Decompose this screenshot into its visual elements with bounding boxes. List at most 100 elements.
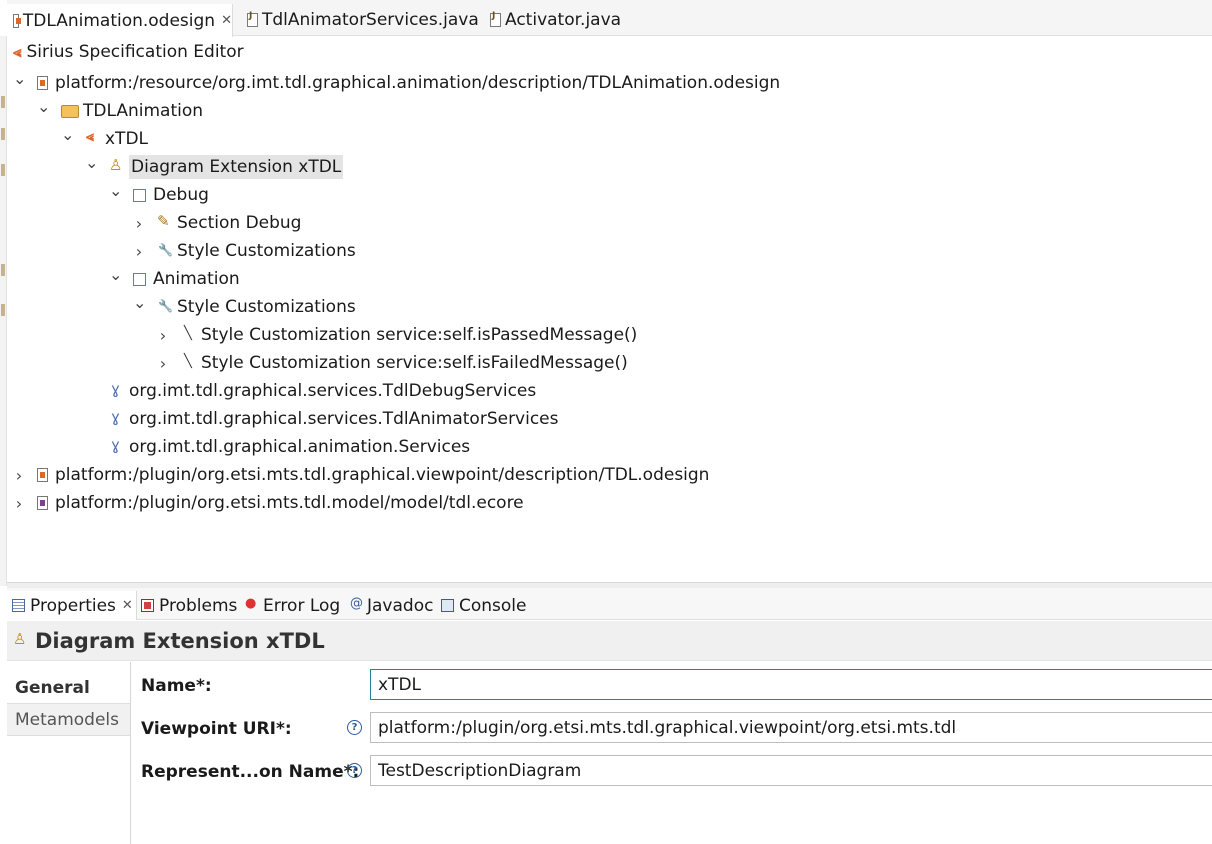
diagram-extension-icon <box>109 156 125 175</box>
properties-icon <box>12 599 25 612</box>
representation-name-field[interactable] <box>370 755 1212 786</box>
left-gutter <box>0 36 7 586</box>
tree-item-java-extension[interactable]: org.imt.tdl.graphical.animation.Services <box>109 433 470 461</box>
tree-item-section-debug[interactable]: Section Debug <box>133 209 301 237</box>
tab-label: Error Log <box>263 595 341 616</box>
viewpoint-icon <box>85 129 101 147</box>
layer-icon <box>133 188 146 202</box>
tree-item-group[interactable]: TDLAnimation <box>37 97 203 125</box>
tab-properties[interactable]: Properties ✕ <box>7 591 137 620</box>
viewpoint-uri-label: Viewpoint URI*: <box>141 719 292 739</box>
chevron-down-icon[interactable] <box>109 270 121 289</box>
ecore-file-icon <box>37 496 48 510</box>
chevron-right-icon[interactable] <box>133 214 145 233</box>
tab-label: Console <box>459 595 527 616</box>
tree-item-label: Style Customizations <box>177 241 356 261</box>
tree-item-label: Diagram Extension xTDL <box>129 155 344 179</box>
chevron-down-icon[interactable] <box>37 102 49 121</box>
chevron-right-icon[interactable] <box>13 466 25 485</box>
java-extension-icon <box>109 436 125 455</box>
close-icon[interactable]: ✕ <box>122 598 133 613</box>
tree-item-label: Debug <box>153 185 209 205</box>
tab-activator-java[interactable]: Activator.java <box>490 4 621 36</box>
editor-title-label: Sirius Specification Editor <box>26 42 244 62</box>
console-icon <box>441 599 454 612</box>
specification-tree: platform:/resource/org.imt.tdl.graphical… <box>7 68 1212 582</box>
category-general[interactable]: General <box>7 672 130 704</box>
help-icon[interactable]: ? <box>347 763 362 778</box>
tree-item-layer-debug[interactable]: Debug <box>109 181 209 209</box>
category-label: General <box>15 677 90 698</box>
tree-item-label: org.imt.tdl.graphical.services.TdlAnimat… <box>129 409 559 429</box>
chevron-right-icon[interactable] <box>13 494 25 513</box>
tab-tdlanimation-odesign[interactable]: TDLAnimation.odesign ✕ <box>7 4 233 37</box>
tree-item-label: Style Customizations <box>177 297 356 317</box>
name-field-label: Name*: <box>141 676 212 696</box>
brush-icon <box>181 354 197 371</box>
java-file-icon <box>490 11 501 27</box>
tree-item-layer-animation[interactable]: Animation <box>109 265 240 293</box>
odesign-file-icon <box>13 13 21 28</box>
tree-item-java-extension[interactable]: org.imt.tdl.graphical.services.TdlDebugS… <box>109 377 536 405</box>
resource-file-icon <box>37 468 48 482</box>
tree-item-label: Style Customization service:self.isPasse… <box>201 325 638 345</box>
viewpoint-uri-field[interactable] <box>370 712 1212 743</box>
tab-error-log[interactable]: Error Log <box>245 591 340 620</box>
error-log-icon <box>245 596 258 612</box>
diagram-extension-icon <box>13 630 29 649</box>
chevron-down-icon[interactable] <box>61 130 73 149</box>
editor-title: ⪡ Sirius Specification Editor <box>7 37 244 67</box>
tree-item-viewpoint[interactable]: xTDL <box>61 125 148 153</box>
name-field[interactable] <box>370 669 1212 700</box>
tab-label: Problems <box>159 595 238 616</box>
tab-label: TDLAnimation.odesign <box>22 10 216 31</box>
tree-item-label: org.imt.tdl.graphical.services.TdlDebugS… <box>129 381 537 401</box>
tree-item-label: Animation <box>153 269 240 289</box>
editor-tab-bar: TDLAnimation.odesign ✕ TdlAnimatorServic… <box>7 0 1212 37</box>
tree-item-tdl-ecore[interactable]: platform:/plugin/org.etsi.mts.tdl.model/… <box>13 489 524 517</box>
help-icon[interactable]: ? <box>347 720 362 735</box>
tree-item-label: org.imt.tdl.graphical.animation.Services <box>129 437 471 457</box>
tree-item-label: TDLAnimation <box>83 101 204 121</box>
chevron-right-icon[interactable] <box>157 326 169 345</box>
category-metamodels[interactable]: Metamodels <box>7 704 130 736</box>
tree-item-label: Style Customization service:self.isFaile… <box>201 353 628 373</box>
tab-label: Activator.java <box>505 10 622 30</box>
wrench-icon <box>157 243 173 259</box>
tree-item-style-customization-passed[interactable]: Style Customization service:self.isPasse… <box>157 321 637 349</box>
tree-item-tdl-odesign[interactable]: platform:/plugin/org.etsi.mts.tdl.graphi… <box>13 461 709 489</box>
tree-item-java-extension[interactable]: org.imt.tdl.graphical.services.TdlAnimat… <box>109 405 559 433</box>
chevron-down-icon[interactable] <box>133 298 145 317</box>
chevron-right-icon[interactable] <box>133 242 145 261</box>
wrench-icon <box>157 299 173 315</box>
brush-icon <box>181 326 197 343</box>
tree-item-label: xTDL <box>105 129 149 149</box>
javadoc-icon <box>349 596 363 612</box>
tab-tdlanimatorservices-java[interactable]: TdlAnimatorServices.java <box>247 4 479 36</box>
category-label: Metamodels <box>15 709 120 730</box>
tree-item-odesign-resource[interactable]: platform:/resource/org.imt.tdl.graphical… <box>13 69 780 97</box>
sirius-icon: ⪡ <box>13 43 22 61</box>
tree-item-label: platform:/resource/org.imt.tdl.graphical… <box>55 73 781 93</box>
tab-javadoc[interactable]: Javadoc <box>349 591 433 620</box>
properties-title: Diagram Extension xTDL <box>7 621 1212 661</box>
representation-name-label: Represent...on Name*: <box>141 762 360 782</box>
java-extension-icon <box>109 408 125 427</box>
properties-title-label: Diagram Extension xTDL <box>35 628 325 653</box>
tree-item-style-customization-failed[interactable]: Style Customization service:self.isFaile… <box>157 349 628 377</box>
tree-item-diagram-extension[interactable]: Diagram Extension xTDL <box>85 153 344 181</box>
chevron-down-icon[interactable] <box>13 74 25 93</box>
tree-item-label: platform:/plugin/org.etsi.mts.tdl.model/… <box>55 493 524 513</box>
resource-file-icon <box>37 76 48 90</box>
java-extension-icon <box>109 380 125 399</box>
chevron-down-icon[interactable] <box>85 158 97 177</box>
tree-item-style-customizations[interactable]: Style Customizations <box>133 237 356 265</box>
section-icon <box>157 212 173 231</box>
tab-console[interactable]: Console <box>441 591 527 620</box>
tab-label: Properties <box>30 595 116 616</box>
chevron-down-icon[interactable] <box>109 186 121 205</box>
tab-problems[interactable]: Problems <box>141 591 237 620</box>
chevron-right-icon[interactable] <box>157 354 169 373</box>
close-icon[interactable]: ✕ <box>221 13 232 28</box>
tree-item-style-customizations[interactable]: Style Customizations <box>133 293 356 321</box>
